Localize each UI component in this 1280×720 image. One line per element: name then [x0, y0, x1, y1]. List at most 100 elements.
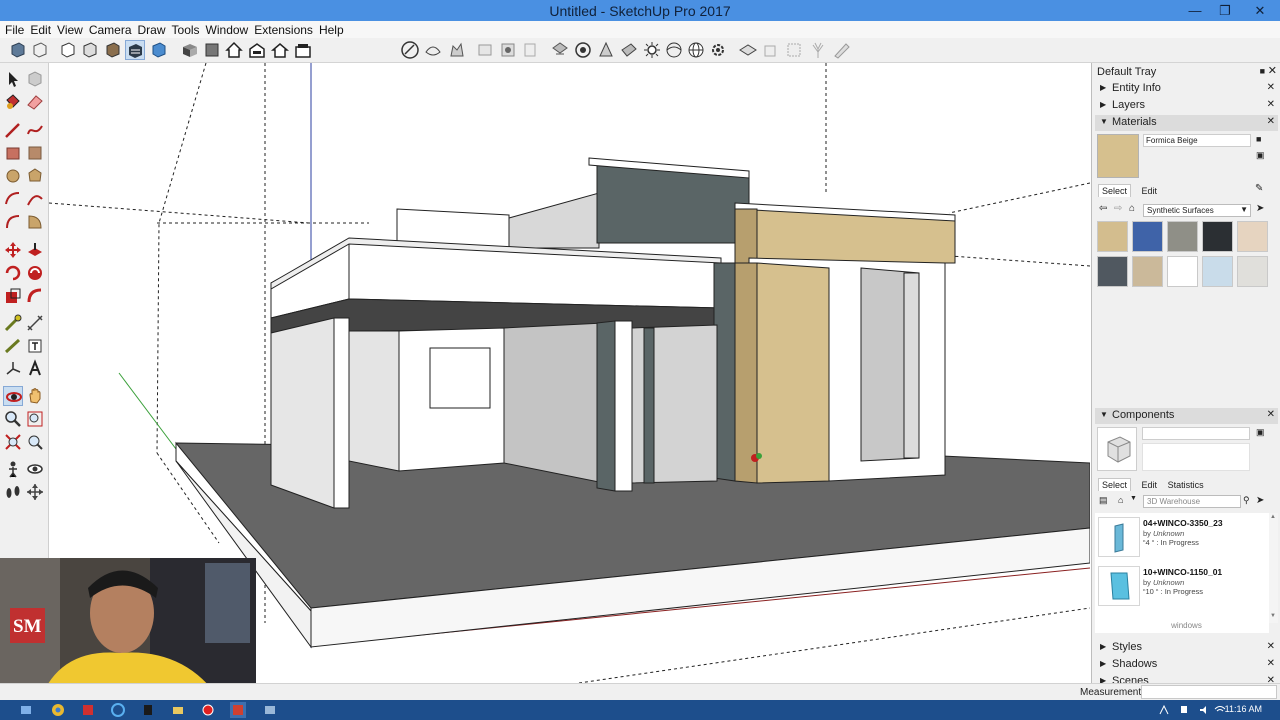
three-point-arc-icon[interactable]: [3, 212, 23, 232]
menu-extensions[interactable]: Extensions: [253, 21, 318, 38]
top-view-icon[interactable]: [202, 40, 222, 60]
material-swatch[interactable]: [1237, 256, 1268, 287]
tray-flag-icon[interactable]: [1176, 702, 1192, 718]
axes-tool-icon[interactable]: [3, 359, 23, 379]
push-pull-icon[interactable]: [25, 240, 45, 260]
left-view-icon[interactable]: [293, 40, 313, 60]
tray-close-icon[interactable]: ✕: [1268, 64, 1277, 77]
component-search-input[interactable]: 3D Warehouse: [1143, 495, 1241, 508]
component-name-field[interactable]: [1142, 427, 1250, 440]
rectangle-tool-icon[interactable]: [3, 143, 23, 163]
internet-explorer-icon[interactable]: [110, 702, 126, 718]
material-swatch[interactable]: [1132, 221, 1163, 252]
menu-view[interactable]: View: [56, 21, 88, 38]
close-icon[interactable]: ✕: [1267, 658, 1275, 669]
shadows-section[interactable]: ▶ Shadows ✕: [1095, 657, 1278, 673]
material-tab-select[interactable]: Select: [1098, 184, 1132, 197]
sun-icon[interactable]: [642, 40, 662, 60]
window-icon[interactable]: [262, 702, 278, 718]
circle-tool-icon[interactable]: [3, 166, 23, 186]
materials-section[interactable]: ▼ Materials ✕: [1095, 115, 1278, 131]
text-tool-icon[interactable]: [25, 336, 45, 356]
hemisphere-icon[interactable]: [664, 40, 684, 60]
walk-tool-icon[interactable]: [3, 482, 23, 502]
right-view-icon[interactable]: [247, 40, 267, 60]
start-button-icon[interactable]: [18, 702, 34, 718]
fog-icon[interactable]: [573, 40, 593, 60]
close-icon[interactable]: ✕: [1267, 675, 1275, 683]
close-icon[interactable]: ✕: [1240, 0, 1280, 21]
material-swatch[interactable]: [1097, 256, 1128, 287]
close-icon[interactable]: ✕: [1267, 82, 1275, 93]
wireframe-icon[interactable]: [30, 40, 50, 60]
menu-edit[interactable]: Edit: [29, 21, 56, 38]
explorer-icon[interactable]: [170, 702, 186, 718]
component-tab-edit[interactable]: Edit: [1142, 480, 1158, 490]
position-camera-icon[interactable]: [3, 459, 23, 479]
material-swatch[interactable]: [1167, 256, 1198, 287]
material-swatch[interactable]: [1097, 221, 1128, 252]
sandbox-stamp-icon[interactable]: [475, 40, 495, 60]
chrome-icon[interactable]: [50, 702, 66, 718]
section-fill-icon[interactable]: [619, 40, 639, 60]
scenes-section[interactable]: ▶ Scenes ✕: [1095, 674, 1278, 683]
material-swatch[interactable]: [1202, 256, 1233, 287]
component-scrollbar[interactable]: ▲ ▼: [1269, 513, 1278, 623]
solid-union-icon[interactable]: [761, 40, 781, 60]
pan-tool-icon[interactable]: [25, 386, 45, 406]
polygon-tool-icon[interactable]: [25, 166, 45, 186]
material-swatch[interactable]: [1202, 221, 1233, 252]
section-plane-tool-icon[interactable]: [25, 482, 45, 502]
pie-tool-icon[interactable]: [25, 212, 45, 232]
material-swatch[interactable]: [1237, 221, 1268, 252]
make-component-icon[interactable]: [25, 69, 45, 89]
measurements-input[interactable]: [1141, 685, 1277, 699]
rotate-tool-icon[interactable]: [3, 263, 23, 283]
view-options-icon[interactable]: ▤: [1099, 495, 1108, 506]
xray-face-style-icon[interactable]: [8, 40, 28, 60]
component-tab-statistics[interactable]: Statistics: [1168, 480, 1204, 490]
paint-bucket-icon[interactable]: [3, 92, 23, 112]
dimension-tool-icon[interactable]: [25, 313, 45, 333]
sandbox-scratch-icon[interactable]: [423, 40, 443, 60]
solid-subtract-icon[interactable]: [784, 40, 804, 60]
back-arrow-icon[interactable]: ⇦: [1099, 203, 1107, 214]
two-point-arc-icon[interactable]: [25, 189, 45, 209]
layers-section[interactable]: ▶ Layers ✕: [1095, 98, 1278, 114]
scroll-down-icon[interactable]: ▼: [1270, 613, 1276, 619]
shadows-icon[interactable]: [550, 40, 570, 60]
protractor-icon[interactable]: [3, 336, 23, 356]
home-icon[interactable]: ⌂: [1129, 203, 1135, 214]
component-tab-select[interactable]: Select: [1098, 478, 1132, 491]
sketchup-taskbar-icon[interactable]: [140, 702, 156, 718]
search-icon[interactable]: ⚲: [1243, 495, 1250, 506]
scale-tool-icon[interactable]: [3, 286, 23, 306]
component-options-icon[interactable]: ▣: [1256, 427, 1265, 438]
sandbox-from-contours-icon[interactable]: [400, 40, 420, 60]
forward-arrow-icon[interactable]: ⇨: [1114, 203, 1122, 214]
entity-info-section[interactable]: ▶ Entity Info ✕: [1095, 81, 1278, 97]
monochrome-icon[interactable]: [125, 40, 145, 60]
tray-volume-icon[interactable]: [1196, 702, 1212, 718]
arc-tool-icon[interactable]: [3, 189, 23, 209]
shaded-icon[interactable]: [80, 40, 100, 60]
components-home-icon[interactable]: ⌂: [1118, 495, 1123, 505]
menu-window[interactable]: Window: [205, 21, 254, 38]
front-view-icon[interactable]: [224, 40, 244, 60]
scroll-up-icon[interactable]: ▲: [1270, 514, 1276, 520]
back-view-icon[interactable]: [270, 40, 290, 60]
rotated-rectangle-icon[interactable]: [25, 143, 45, 163]
tray-network-icon[interactable]: [1156, 702, 1172, 718]
sketchup-active-icon[interactable]: [230, 702, 246, 718]
xray-icon[interactable]: [149, 40, 169, 60]
details-arrow-icon[interactable]: ➤: [1256, 203, 1264, 214]
close-icon[interactable]: ✕: [1267, 409, 1275, 420]
minimize-icon[interactable]: —: [1180, 0, 1210, 21]
list-item[interactable]: 04+WINCO-3350_23 by Unknown “4 “ : In Pr…: [1095, 515, 1269, 563]
sandbox-smoove-icon[interactable]: [447, 40, 467, 60]
zoom-tool-icon[interactable]: [3, 409, 23, 429]
create-material-icon[interactable]: ▣: [1256, 150, 1265, 161]
maximize-icon[interactable]: ❐: [1210, 0, 1240, 21]
sample-paint-icon[interactable]: ✎: [1255, 183, 1263, 194]
material-color-icon[interactable]: ■: [1256, 134, 1261, 144]
